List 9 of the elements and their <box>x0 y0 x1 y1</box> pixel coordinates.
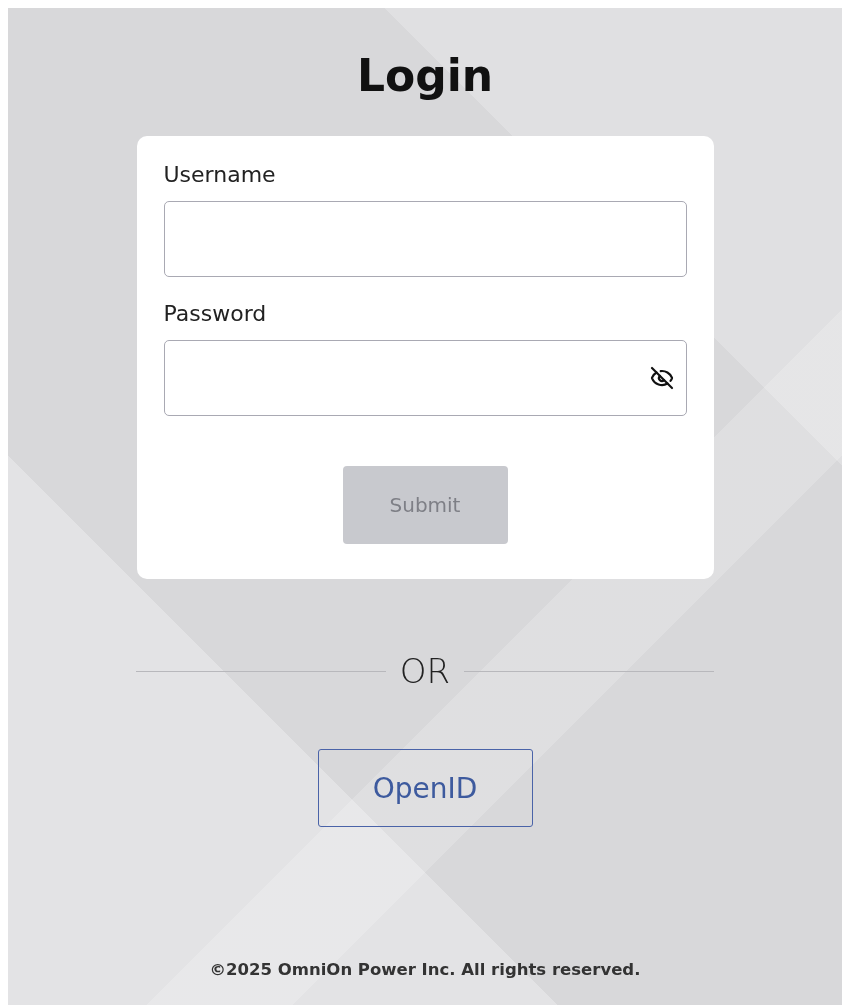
login-title: Login <box>356 49 494 103</box>
field-label: Username <box>163 161 277 189</box>
copyright-footer: ©2025 OmniOn Power Inc. All rights reserved. <box>209 960 641 979</box>
password-field[interactable] <box>163 340 687 416</box>
openid-button[interactable]: OpenID <box>317 749 533 827</box>
field-label: Password <box>163 300 268 328</box>
or-divider-text: OR <box>399 651 451 691</box>
eye-off-icon[interactable] <box>649 366 674 390</box>
username-field[interactable] <box>163 201 687 277</box>
